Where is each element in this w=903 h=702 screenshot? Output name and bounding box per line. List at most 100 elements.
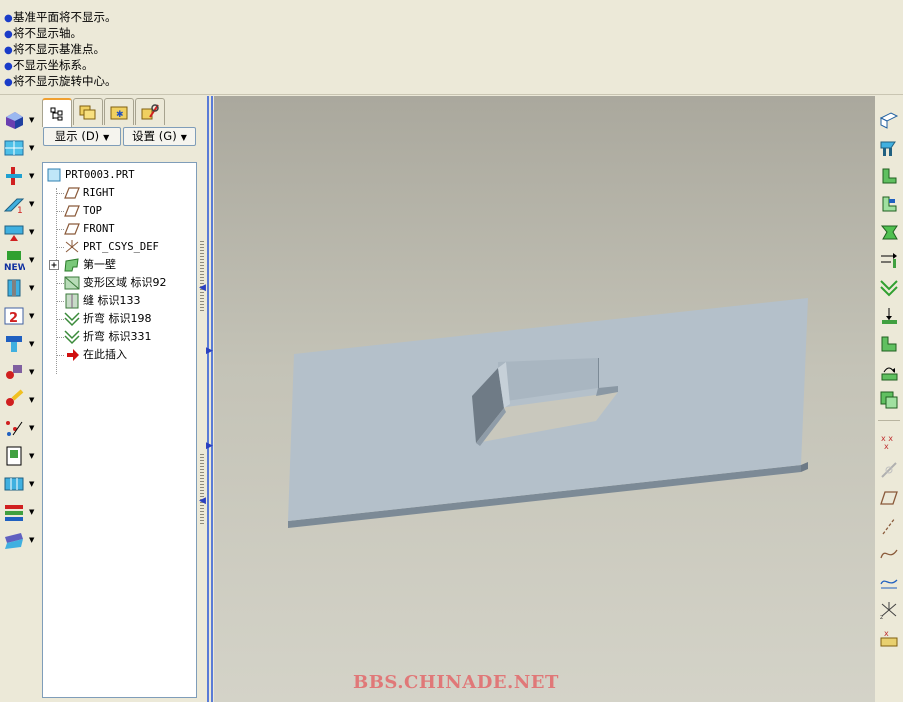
flange-icon[interactable] [877, 164, 901, 188]
splitter-line [207, 96, 209, 702]
message-area: ●基准平面将不显示。 ●将不显示轴。 ●将不显示基准点。 ●不显示坐标系。 ●将… [0, 0, 903, 95]
tree-item[interactable]: 折弯 标识331 [64, 328, 152, 346]
chevron-down-icon: ▼ [180, 133, 187, 142]
settings-menu-button[interactable]: 设置 (G) ▼ [123, 127, 196, 146]
tab-folder-browser[interactable] [73, 98, 103, 125]
datum-plane-tool-icon[interactable] [877, 486, 901, 510]
folder-stack-icon [79, 105, 96, 120]
dropdown-arrow-icon[interactable]: ▼ [29, 528, 37, 552]
tree-item[interactable]: FRONT [64, 220, 115, 238]
table-tool-icon[interactable] [2, 472, 26, 496]
dropdown-arrow-icon[interactable]: ▼ [29, 108, 37, 132]
datum-curve-icon[interactable] [877, 542, 901, 566]
dropdown-arrow-icon[interactable]: ▼ [29, 444, 37, 468]
part-color-icon[interactable] [2, 108, 26, 132]
bend-icon [64, 329, 80, 345]
tree-item[interactable]: 折弯 标识198 [64, 310, 152, 328]
favorites-folder-icon: ✱ [110, 106, 128, 120]
datum-plane-icon [64, 221, 80, 237]
tree-item[interactable]: TOP [64, 202, 102, 220]
expand-right-icon[interactable]: ▶ [206, 346, 213, 356]
dropdown-arrow-icon[interactable]: ▼ [29, 220, 37, 244]
bend-back-icon[interactable] [2, 276, 26, 300]
form-icon[interactable] [2, 444, 26, 468]
dropdown-arrow-icon[interactable]: ▼ [29, 164, 37, 188]
convert-icon[interactable] [2, 500, 26, 524]
dropdown-arrow-icon[interactable]: ▼ [29, 360, 37, 384]
unbend-icon[interactable] [2, 220, 26, 244]
dropdown-arrow-icon[interactable]: ▼ [29, 500, 37, 524]
datum-display-icon[interactable] [2, 136, 26, 160]
dropdown-arrow-icon[interactable]: ▼ [29, 472, 37, 496]
tree-item[interactable]: 缝 标识133 [64, 292, 141, 310]
corner-relief-icon[interactable] [2, 416, 26, 440]
svg-text:✱: ✱ [116, 110, 124, 120]
model-tree-icon [50, 107, 63, 120]
dropdown-arrow-icon[interactable]: ▼ [29, 332, 37, 356]
sketch-curve-icon[interactable] [877, 570, 901, 594]
tree-root-item[interactable]: PRT0003.PRT [46, 166, 135, 184]
extend-icon[interactable] [877, 192, 901, 216]
tree-item[interactable]: RIGHT [64, 184, 115, 202]
flat-pattern-icon[interactable]: 2 [2, 304, 26, 328]
dropdown-arrow-icon[interactable]: ▼ [29, 388, 37, 412]
tree-item[interactable]: PRT_CSYS_DEF [64, 238, 159, 256]
dropdown-arrow-icon[interactable]: ▼ [29, 416, 37, 440]
extend-wall-icon[interactable]: 1 [2, 192, 26, 216]
bend-back-tool-icon[interactable] [877, 360, 901, 384]
unbend-tool-icon[interactable] [877, 332, 901, 356]
first-wall-icon [64, 257, 80, 273]
dropdown-arrow-icon[interactable]: ▼ [29, 192, 37, 216]
analysis-datum-icon[interactable]: x [877, 626, 901, 650]
tree-item[interactable]: 变形区域 标识92 [64, 274, 167, 292]
svg-text:z: z [880, 614, 883, 620]
dropdown-arrow-icon[interactable]: ▼ [29, 136, 37, 160]
datum-plane-icon [64, 185, 80, 201]
datum-axis-disabled-icon[interactable] [877, 458, 901, 482]
collapse-left-icon[interactable]: ◀ [199, 283, 206, 293]
tab-model-tree[interactable] [42, 98, 72, 127]
svg-text:x: x [884, 442, 889, 451]
svg-text:NEW: NEW [4, 263, 25, 271]
unbend-wall-icon[interactable] [877, 108, 901, 132]
datum-points-icon[interactable]: x xx [877, 430, 901, 454]
tree-expand-button[interactable] [49, 256, 60, 274]
splitter-line [211, 96, 213, 702]
message-line: ●将不显示旋转中心。 [4, 73, 117, 89]
twist-icon[interactable] [877, 220, 901, 244]
edge-bend-tool-icon[interactable] [877, 304, 901, 328]
sheetmetal-part [288, 298, 808, 528]
right-toolbar: x xx z x [875, 96, 903, 702]
bend-tool-icon[interactable] [877, 276, 901, 300]
tab-connections[interactable] [135, 98, 165, 125]
tab-favorites[interactable]: ✱ [104, 98, 134, 125]
expand-right-icon[interactable]: ▶ [206, 441, 213, 451]
bend-icon [64, 311, 80, 327]
corner-relief-tool-icon[interactable] [877, 388, 901, 412]
new-feature-icon[interactable]: NEW [2, 248, 26, 272]
punch-icon[interactable] [2, 332, 26, 356]
tree-item[interactable]: 第一壁 [64, 256, 116, 274]
dropdown-arrow-icon[interactable]: ▼ [29, 248, 37, 272]
sketch-tool-icon[interactable] [2, 388, 26, 412]
tree-item[interactable]: 在此插入 [64, 346, 127, 364]
flat-wall-icon[interactable] [877, 136, 901, 160]
coordinate-system-icon[interactable]: z [877, 598, 901, 622]
watermark-text: BBS.CHINADE.NET [353, 672, 559, 693]
show-menu-button[interactable]: 显示 (D) ▼ [43, 127, 121, 146]
rip-tool-icon[interactable] [2, 360, 26, 384]
graphics-window[interactable]: BBS.CHINADE.NET [214, 96, 875, 702]
model-navigator: ✱ 显示 (D) ▼ 设置 (G) ▼ PRT0003.PRT RIGHT TOP … [40, 96, 197, 702]
expand-plus-icon [49, 259, 59, 270]
datum-axis-icon[interactable] [877, 514, 901, 538]
datum-plane-icon [64, 203, 80, 219]
collapse-left-icon[interactable]: ◀ [199, 496, 206, 506]
rip-edge-icon[interactable] [877, 248, 901, 272]
dropdown-arrow-icon[interactable]: ▼ [29, 276, 37, 300]
edge-bend-icon[interactable] [2, 528, 26, 552]
flange-wall-icon[interactable] [2, 164, 26, 188]
panel-splitter[interactable]: ◀ ▶ ▶ ◀ [197, 96, 214, 702]
dropdown-arrow-icon[interactable]: ▼ [29, 304, 37, 328]
insert-here-icon [64, 347, 80, 363]
deform-area-icon [64, 275, 80, 291]
